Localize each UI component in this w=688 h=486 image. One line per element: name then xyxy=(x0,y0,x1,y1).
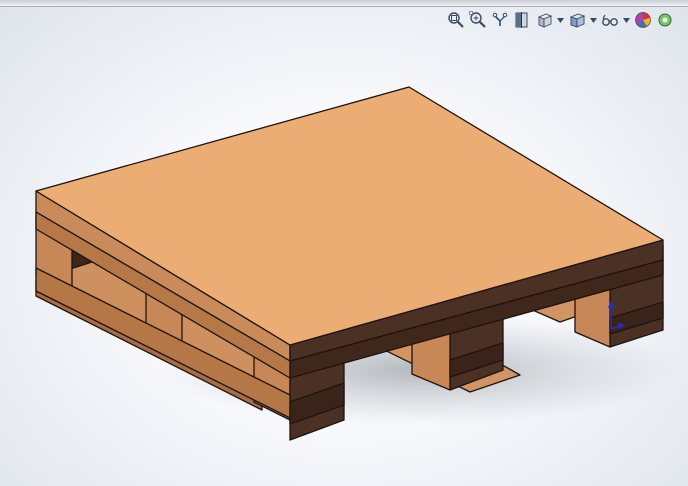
model-view[interactable] xyxy=(0,0,688,486)
graphics-area[interactable] xyxy=(0,0,688,486)
